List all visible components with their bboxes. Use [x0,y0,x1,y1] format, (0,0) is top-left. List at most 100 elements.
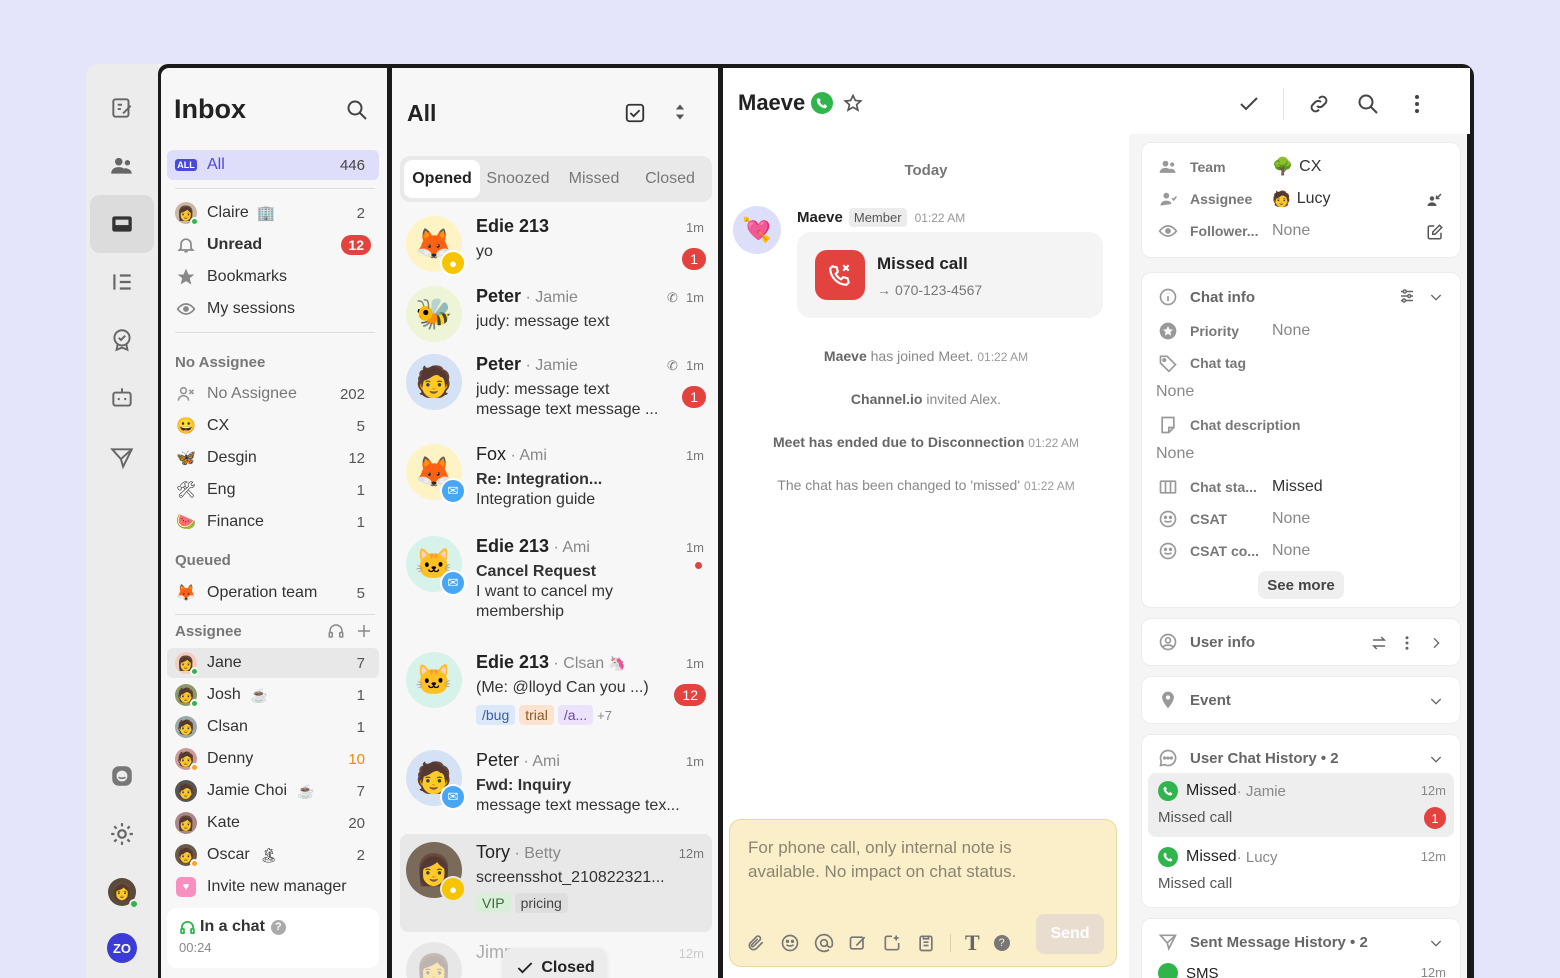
search-icon[interactable] [345,98,369,122]
message-composer[interactable]: For phone call, only internal note is av… [729,819,1117,967]
more-icon[interactable] [1398,634,1416,652]
add-icon[interactable] [355,622,373,640]
event-card[interactable]: Event [1141,676,1461,724]
inbox-icon[interactable] [90,195,154,253]
tab-snoozed[interactable]: Snoozed [480,160,556,198]
assign-icon[interactable] [1426,191,1444,209]
inbox-item-claire[interactable]: 👩 Claire 🏢 2 [167,198,379,228]
search-icon[interactable] [1356,92,1380,116]
contacts-icon[interactable] [100,144,144,188]
chevron-down-icon[interactable] [1428,693,1444,709]
inbox-item-unread[interactable]: Unread 12 [167,230,379,260]
settings-icon[interactable] [100,812,144,856]
inbox-item-operation-team[interactable]: 🦊 Operation team 5 [167,578,379,608]
headset-icon[interactable] [327,622,345,640]
note-icon[interactable] [848,933,868,953]
conversation-item[interactable]: 🧑 Peter · Jamie ✆ 1m judy: message text m… [400,354,712,438]
assignee-row[interactable]: Assignee 🧑 Lucy [1158,187,1330,211]
send-icon[interactable] [100,436,144,480]
inbox-item-eng[interactable]: 🛠 Eng 1 [167,475,379,505]
assignee-oscar[interactable]: 🧑 Oscar 🏝 2 [167,840,379,870]
avatar: 👩 [175,812,197,834]
mention-icon[interactable] [814,933,834,953]
user-avatar[interactable]: 👩 [100,870,144,914]
star-icon[interactable] [843,93,864,113]
list-icon[interactable] [100,260,144,304]
inbox-item-all[interactable]: ALL All 446 [167,150,379,180]
tab-missed[interactable]: Missed [556,160,632,198]
csat-row[interactable]: CSAT None [1158,507,1310,531]
settings-sliders-icon[interactable] [1398,287,1416,305]
assignee-clsan[interactable]: 🧑 Clsan 1 [167,712,379,742]
conversation-item[interactable]: 🧑 ✉ Peter · Ami 1m Fwd: Inquiry message … [400,750,712,836]
assignee-jane[interactable]: 👩 Jane 7 [167,648,379,678]
bot-icon[interactable] [100,376,144,420]
chevron-down-icon[interactable] [1428,751,1444,767]
conversation-item[interactable]: 👩 ● Tory · Betty 12m screensshot_2108223… [400,842,712,930]
chevron-down-icon[interactable] [1428,935,1444,951]
conversation-item[interactable]: 🦊 ● Edie 213 1m yo 1 [400,216,712,278]
chat-status-row[interactable]: Chat sta... Missed [1158,475,1323,499]
send-button[interactable]: Send [1036,914,1104,954]
inbox-item-no-assignee[interactable]: No Assignee 202 [167,379,379,409]
resolve-icon[interactable] [1237,92,1261,116]
conversation-item[interactable]: 🦊 ✉ Fox · Ami 1m Re: Integration... Inte… [400,444,712,530]
priority-row[interactable]: Priority None [1158,319,1310,343]
more-icon[interactable] [1405,92,1429,116]
assignee-josh[interactable]: 🧑 Josh ☕ 1 [167,680,379,710]
csat-comment-row[interactable]: CSAT co... None [1158,539,1310,563]
history-assignee: · Jamie [1236,782,1286,800]
conversation-item[interactable]: 🐱 Edie 213 · Clsan 🦄 1m (Me: @lloyd Can y… [400,652,712,748]
inbox-item-cx[interactable]: 😀 CX 5 [167,411,379,441]
inbox-item-bookmarks[interactable]: Bookmarks [167,262,379,292]
clipboard-icon[interactable] [916,933,936,953]
inbox-item-count: 1 [356,513,365,531]
team-row[interactable]: Team 🌳 CX [1158,155,1321,179]
workspace-icon[interactable]: ZO [100,926,144,970]
conversation-item[interactable]: 🐱 ✉ Edie 213 · Ami 1m Cancel Request I w… [400,536,712,644]
sort-icon[interactable] [670,102,690,124]
conversation-item[interactable]: 🐝 Peter · Jamie ✆ 1m judy: message text [400,286,712,348]
member-badge: Member [848,208,907,227]
tab-closed[interactable]: Closed [632,160,708,198]
chat-tag-row[interactable]: Chat tag [1158,351,1272,375]
attach-icon[interactable] [746,933,766,953]
swap-icon[interactable] [1370,634,1388,652]
missed-call-message[interactable]: Missed call → 070-123-4567 [797,232,1103,318]
assignee-denny[interactable]: 🧑 Denny 10 [167,744,379,774]
channel-icon[interactable] [100,754,144,798]
help-icon[interactable]: ? [270,919,286,935]
chevron-right-icon[interactable] [1428,635,1444,651]
tab-opened[interactable]: Opened [404,160,480,198]
conversation-assignee: · Clsan [549,655,605,672]
inbox-item-finance[interactable]: 🍉 Finance 1 [167,507,379,537]
inbox-item-my-sessions[interactable]: My sessions [167,294,379,324]
user-info-card[interactable]: User info [1141,618,1461,666]
help-icon[interactable]: ? [993,935,1010,951]
chat-info-header[interactable]: Chat info [1158,287,1255,307]
message-time: 01:22 AM [914,210,966,225]
follower-row[interactable]: Follower... None [1158,219,1310,243]
badge-icon[interactable] [100,318,144,362]
closed-toast[interactable]: Closed [504,948,606,978]
history-item[interactable]: Missed · Lucy 12m Missed call [1148,839,1454,903]
chevron-down-icon[interactable] [1428,289,1444,305]
checkbox-icon[interactable] [624,102,646,124]
status-card[interactable]: In a chat ? 00:24 [167,908,379,968]
sent-history-header[interactable]: Sent Message History • 2 [1158,932,1368,952]
text-format-icon[interactable]: T [965,930,980,956]
chat-history-header[interactable]: User Chat History • 2 [1158,748,1339,768]
see-more-button[interactable]: See more [1258,571,1344,599]
upload-icon[interactable] [882,933,902,953]
invite-manager-button[interactable]: ♥ Invite new manager [167,872,379,902]
chat-description-row[interactable]: Chat description [1158,413,1358,437]
compose-icon[interactable] [100,86,144,130]
assignee-kate[interactable]: 👩 Kate 20 [167,808,379,838]
emoji-icon[interactable] [780,933,800,953]
inbox-item-desgin[interactable]: 🦋 Desgin 12 [167,443,379,473]
assignee-jamie-choi[interactable]: 🧑 Jamie Choi ☕ 7 [167,776,379,806]
edit-icon[interactable] [1426,223,1444,241]
link-icon[interactable] [1307,92,1331,116]
sent-history-item[interactable]: SMS [1158,963,1219,978]
history-item[interactable]: Missed · Jamie 12m Missed call 1 [1148,773,1454,837]
